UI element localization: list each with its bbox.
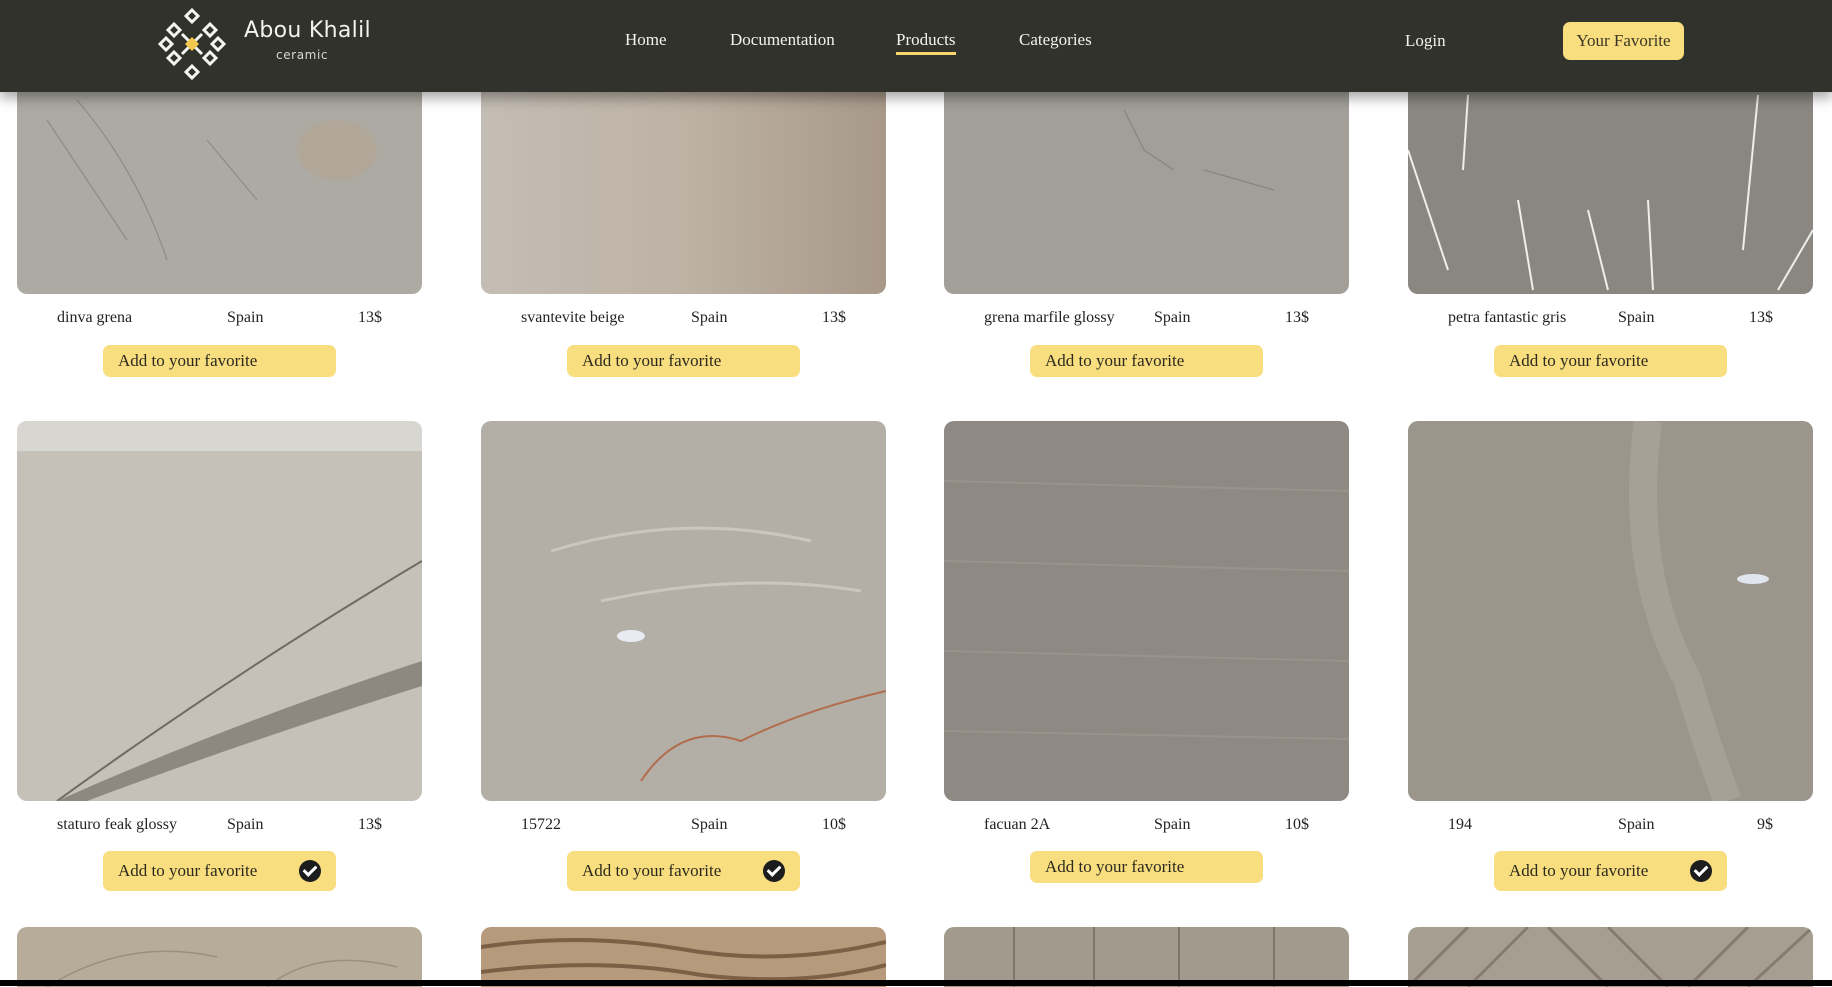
product-price: 9$ — [1757, 816, 1773, 833]
favorited-check-icon — [1690, 860, 1712, 882]
add-to-favorite-button[interactable]: Add to your favorite — [1030, 851, 1263, 883]
product-meta: 15722 Spain 10$ — [481, 816, 886, 838]
product-meta: petra fantastic gris Spain 13$ — [1408, 309, 1813, 331]
product-price: 13$ — [1285, 309, 1309, 326]
add-to-favorite-label: Add to your favorite — [582, 351, 722, 370]
product-image[interactable] — [1408, 927, 1813, 987]
product-image[interactable] — [481, 421, 886, 801]
product-meta: staturo feak glossy Spain 13$ — [17, 816, 422, 838]
nav-categories[interactable]: Categories — [1019, 30, 1092, 50]
product-origin: Spain — [1618, 309, 1655, 326]
add-to-favorite-label: Add to your favorite — [1509, 861, 1649, 880]
brand-name: Abou Khalil — [244, 18, 371, 43]
product-meta: dinva grena Spain 13$ — [17, 309, 422, 331]
product-image[interactable] — [944, 927, 1349, 987]
product-image[interactable] — [481, 927, 886, 987]
add-to-favorite-label: Add to your favorite — [1509, 351, 1649, 370]
add-to-favorite-label: Add to your favorite — [1045, 351, 1185, 370]
product-origin: Spain — [1154, 309, 1191, 326]
nav-login[interactable]: Login — [1405, 31, 1446, 51]
product-origin: Spain — [227, 309, 264, 326]
product-price: 13$ — [358, 309, 382, 326]
product-image[interactable] — [944, 421, 1349, 801]
bottom-edge-bar — [0, 980, 1832, 986]
product-price: 13$ — [1749, 309, 1773, 326]
favorited-check-icon — [763, 860, 785, 882]
add-to-favorite-button[interactable]: Add to your favorite — [567, 345, 800, 377]
product-name: facuan 2A — [984, 816, 1051, 833]
add-to-favorite-label: Add to your favorite — [118, 351, 258, 370]
product-origin: Spain — [1154, 816, 1191, 833]
product-origin: Spain — [691, 309, 728, 326]
product-image[interactable] — [1408, 421, 1813, 801]
nav-home[interactable]: Home — [625, 30, 667, 50]
add-to-favorite-button[interactable]: Add to your favorite — [1494, 345, 1727, 377]
product-origin: Spain — [227, 816, 264, 833]
product-price: 13$ — [358, 816, 382, 833]
product-origin: Spain — [691, 816, 728, 833]
top-navbar: Abou Khalil ceramic Home Documentation P… — [0, 0, 1832, 92]
add-to-favorite-label: Add to your favorite — [1045, 857, 1185, 876]
product-name: 15722 — [521, 816, 561, 833]
product-image[interactable] — [17, 927, 422, 987]
product-price: 13$ — [822, 309, 846, 326]
add-to-favorite-button[interactable]: Add to your favorite — [103, 851, 336, 891]
product-price: 10$ — [822, 816, 846, 833]
product-origin: Spain — [1618, 816, 1655, 833]
add-to-favorite-button[interactable]: Add to your favorite — [1494, 851, 1727, 891]
add-to-favorite-button[interactable]: Add to your favorite — [1030, 345, 1263, 377]
product-name: staturo feak glossy — [57, 816, 177, 833]
product-meta: facuan 2A Spain 10$ — [944, 816, 1349, 838]
product-name: svantevite beige — [521, 309, 625, 326]
favorited-check-icon — [299, 860, 321, 882]
product-meta: 194 Spain 9$ — [1408, 816, 1813, 838]
product-meta: svantevite beige Spain 13$ — [481, 309, 886, 331]
product-price: 10$ — [1285, 816, 1309, 833]
product-image[interactable] — [17, 421, 422, 801]
add-to-favorite-button[interactable]: Add to your favorite — [567, 851, 800, 891]
nav-products[interactable]: Products — [896, 30, 956, 55]
nav-documentation[interactable]: Documentation — [730, 30, 835, 50]
product-name: 194 — [1448, 816, 1472, 833]
add-to-favorite-label: Add to your favorite — [118, 861, 258, 880]
your-favorite-button[interactable]: Your Favorite — [1563, 22, 1684, 60]
product-name: dinva grena — [57, 309, 133, 326]
add-to-favorite-label: Add to your favorite — [582, 861, 722, 880]
product-name: grena marfile glossy — [984, 309, 1115, 326]
brand-logo-icon[interactable] — [152, 6, 232, 82]
brand-tagline: ceramic — [276, 48, 329, 62]
add-to-favorite-button[interactable]: Add to your favorite — [103, 345, 336, 377]
product-meta: grena marfile glossy Spain 13$ — [944, 309, 1349, 331]
product-name: petra fantastic gris — [1448, 309, 1567, 326]
